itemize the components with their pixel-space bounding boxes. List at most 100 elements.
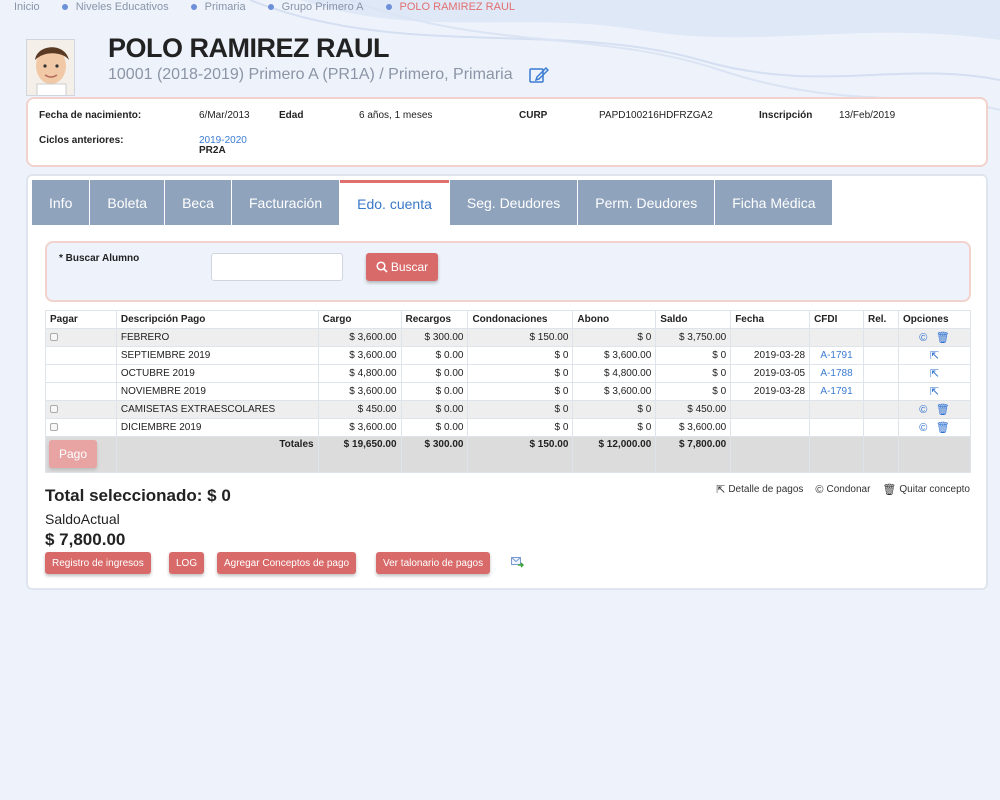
condonar-icon[interactable]: © [919, 404, 927, 416]
cell-saldo: $ 0 [655, 364, 732, 383]
tab-beca[interactable]: Beca [165, 180, 231, 225]
pagar-checkbox[interactable] [50, 423, 58, 432]
tab-perm-deudores[interactable]: Perm. Deudores [578, 180, 715, 225]
cell-fecha: 2019-03-28 [730, 382, 811, 401]
header-saldo: Saldo [655, 310, 732, 329]
breadcrumb: Inicio Niveles Educativos Primaria Grupo… [14, 0, 537, 14]
saldo-actual-label: SaldoActual [45, 511, 120, 527]
cell-pagar [45, 382, 117, 401]
cell-descripcion: FEBRERO [115, 328, 319, 347]
trash-icon[interactable]: 🗑 [936, 404, 950, 416]
cell-opciones: © 🗑 [897, 328, 972, 347]
breadcrumb-inicio[interactable]: Inicio [14, 1, 40, 13]
log-button[interactable]: LOG [169, 552, 205, 574]
registro-ingresos-button[interactable]: Registro de ingresos [45, 552, 151, 574]
breadcrumb-label: Primaria [204, 1, 246, 13]
cell-opciones: © 🗑 [897, 418, 972, 437]
cell-cargo: $ 4,800.00 [317, 364, 402, 383]
totals-row: Totales $ 19,650.00 $ 300.00 $ 150.00 $ 12,0… [45, 436, 972, 473]
age-label: Edad [279, 110, 304, 121]
cell-cargo: $ 3,600.00 [317, 382, 402, 401]
main-card: Info Boleta Beca Facturación Edo. cuenta… [26, 174, 988, 590]
cell-pagar [45, 418, 117, 437]
external-link-icon: ⇱ [716, 484, 726, 496]
tab-bar: Info Boleta Beca Facturación Edo. cuenta… [32, 180, 833, 225]
bullet-icon [190, 4, 197, 10]
external-link-icon[interactable]: ⇱ [930, 386, 939, 398]
condonar-icon[interactable]: © [919, 332, 927, 344]
pagar-checkbox[interactable] [50, 333, 58, 342]
search-input[interactable] [211, 253, 343, 281]
trash-icon[interactable]: 🗑 [936, 422, 950, 434]
header-cfdi: CFDI [809, 310, 864, 329]
cell-cargo: $ 3,600.00 [317, 346, 402, 365]
saldo-actual-value: $ 7,800.00 [45, 530, 126, 549]
edit-icon[interactable] [528, 66, 549, 84]
tab-info[interactable]: Info [32, 180, 90, 225]
external-link-icon[interactable]: ⇱ [930, 368, 939, 380]
breadcrumb-label: Niveles Educativos [75, 1, 169, 13]
student-avatar [26, 39, 75, 96]
condonar-icon[interactable]: © [919, 422, 927, 434]
bullet-icon [61, 4, 68, 10]
tab-ficha-medica[interactable]: Ficha Médica [715, 180, 833, 225]
cell-cfdi-link[interactable]: A-1791 [809, 382, 864, 401]
curp-value: PAPD100216HDFRZGA2 [599, 110, 713, 121]
table-row: FEBRERO $ 3,600.00 $ 300.00 $ 150.00 $ 0 $ 3,… [45, 328, 972, 347]
cell-fecha [730, 400, 811, 419]
cell-opciones: ⇱ [897, 382, 972, 401]
trash-icon[interactable]: 🗑 [936, 332, 950, 344]
cell-abono: $ 4,800.00 [572, 364, 657, 383]
cell-cfdi-link[interactable]: A-1791 [809, 346, 864, 365]
birth-value: 6/Mar/2013 [199, 110, 250, 121]
student-group: 10001 (2018-2019) Primero A (PR1A) / Pri… [108, 66, 513, 83]
cell-abono: $ 0 [572, 400, 657, 419]
search-button-label: Buscar [390, 260, 429, 274]
table-row: OCTUBRE 2019 $ 4,800.00 $ 0.00 $ 0 $ 4,800.0… [45, 364, 972, 383]
tab-seg-deudores[interactable]: Seg. Deudores [449, 180, 578, 225]
ver-talonario-button[interactable]: Ver talonario de pagos [376, 552, 491, 574]
pagar-checkbox[interactable] [50, 405, 58, 414]
cell-rel [863, 346, 899, 365]
agregar-conceptos-button[interactable]: Agregar Conceptos de pago [217, 552, 357, 574]
age-value: 6 años, 1 meses [359, 110, 433, 121]
cell-cargo: $ 3,600.00 [317, 418, 402, 437]
cell-cfdi-link [809, 328, 864, 347]
cell-rel [863, 382, 899, 401]
totals-label: Totales [115, 436, 319, 473]
tab-facturacion[interactable]: Facturación [231, 180, 340, 225]
cell-fecha [730, 328, 811, 347]
breadcrumb-label: Inicio [14, 1, 40, 13]
total-cargo: $ 19,650.00 [317, 436, 402, 473]
table-row: NOVIEMBRE 2019 $ 3,600.00 $ 0.00 $ 0 $ 3,600… [45, 382, 972, 401]
email-export-icon[interactable] [511, 557, 524, 568]
breadcrumb-grupo[interactable]: Grupo Primero A [267, 1, 364, 13]
cell-descripcion: SEPTIEMBRE 2019 [115, 346, 319, 365]
table-row: SEPTIEMBRE 2019 $ 3,600.00 $ 0.00 $ 0 $ 3,60… [45, 346, 972, 365]
external-link-icon[interactable]: ⇱ [930, 350, 939, 362]
birth-label: Fecha de nacimiento: [39, 110, 142, 121]
legend-condonar-label: Condonar [826, 484, 871, 495]
bullet-icon [267, 4, 274, 10]
total-abono: $ 12,000.00 [572, 436, 657, 473]
tab-edo-cuenta[interactable]: Edo. cuenta [340, 180, 449, 225]
cell-recargos: $ 0.00 [400, 346, 469, 365]
cell-saldo: $ 3,750.00 [655, 328, 732, 347]
cell-fecha: 2019-03-05 [730, 364, 811, 383]
total-saldo: $ 7,800.00 [655, 436, 732, 473]
trash-icon: 🗑 [882, 484, 897, 496]
cell-empty [897, 436, 972, 473]
tab-boleta[interactable]: Boleta [90, 180, 165, 225]
search-button[interactable]: Buscar [366, 253, 438, 281]
pago-button[interactable]: Pago [49, 440, 97, 468]
cell-cfdi-link [809, 418, 864, 437]
header-rel: Rel. [863, 310, 899, 329]
prev-group: PR2A [199, 145, 226, 156]
cell-cfdi-link[interactable]: A-1788 [809, 364, 864, 383]
cell-descripcion: OCTUBRE 2019 [115, 364, 319, 383]
breadcrumb-niveles[interactable]: Niveles Educativos [61, 1, 169, 13]
cell-cfdi-link [809, 400, 864, 419]
cell-pagar [45, 364, 117, 383]
breadcrumb-primaria[interactable]: Primaria [190, 1, 246, 13]
cell-condonaciones: $ 150.00 [467, 328, 574, 347]
